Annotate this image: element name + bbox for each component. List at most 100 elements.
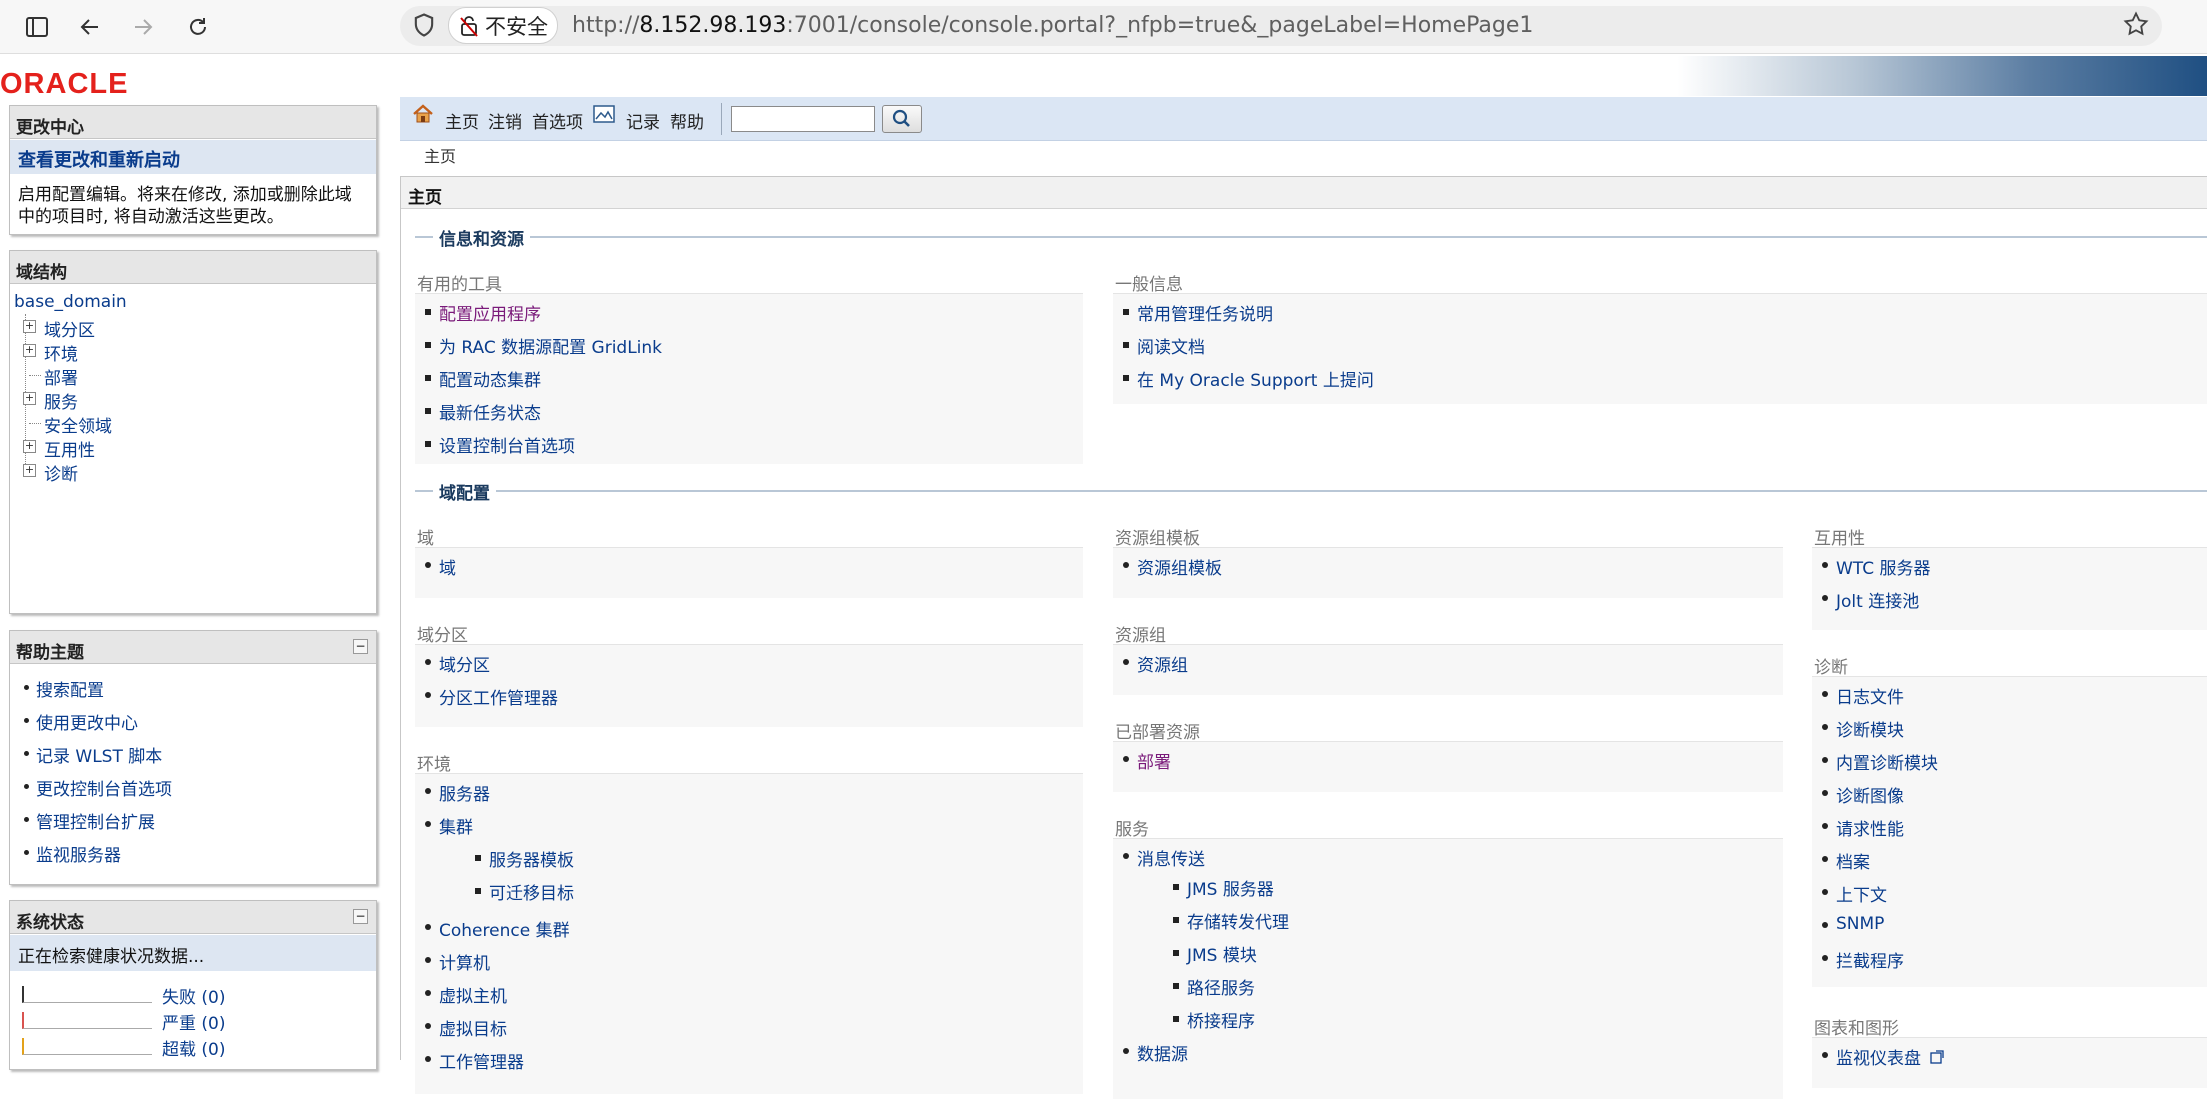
tree-node-partitions[interactable]: + 域分区 bbox=[14, 316, 376, 341]
messaging-sub-link[interactable]: 桥接程序 bbox=[1187, 1012, 1255, 1032]
tool-link[interactable]: 最新任务状态 bbox=[439, 404, 541, 424]
cluster-sub-link[interactable]: 服务器模板 bbox=[489, 851, 574, 871]
services-block: 服务 消息传送 JMS 服务器 存储转发代理 JMS 模块 路径服务 桥接程序 … bbox=[1113, 815, 1783, 1099]
tool-link[interactable]: 为 RAC 数据源配置 GridLink bbox=[439, 338, 662, 358]
charts-item: 监视仪表盘 bbox=[1812, 1044, 2207, 1077]
help-topic-link[interactable]: 记录 WLST 脚本 bbox=[36, 747, 162, 767]
view-changes-link[interactable]: 查看更改和重新启动 bbox=[10, 140, 376, 174]
diag-link[interactable]: 日志文件 bbox=[1836, 688, 1904, 708]
general-link[interactable]: 在 My Oracle Support 上提问 bbox=[1137, 371, 1374, 391]
diag-link[interactable]: 档案 bbox=[1836, 853, 1870, 873]
external-window-icon[interactable] bbox=[1930, 1049, 1945, 1069]
diag-item: 档案 bbox=[1812, 848, 2207, 881]
system-status-title: 系统状态 bbox=[16, 913, 84, 933]
diag-link[interactable]: 内置诊断模块 bbox=[1836, 754, 1938, 774]
sidebar-toggle-icon[interactable] bbox=[20, 10, 54, 44]
tool-link[interactable]: 设置控制台首选项 bbox=[439, 437, 575, 457]
interop-link[interactable]: Jolt 连接池 bbox=[1836, 592, 1919, 612]
url-text[interactable]: http://8.152.98.193:7001/console/console… bbox=[572, 13, 1533, 38]
forward-icon[interactable] bbox=[126, 10, 160, 44]
tree-node-security-realms[interactable]: 安全领域 bbox=[14, 412, 376, 437]
search-button[interactable] bbox=[882, 105, 922, 133]
deployed-resources-heading: 已部署资源 bbox=[1113, 718, 1783, 743]
health-failed-link[interactable]: 失败 (0) bbox=[162, 983, 225, 1008]
diag-link[interactable]: 诊断模块 bbox=[1836, 721, 1904, 741]
tool-link[interactable]: 配置动态集群 bbox=[439, 371, 541, 391]
expand-icon[interactable]: + bbox=[23, 440, 36, 453]
partition-link[interactable]: 域分区 bbox=[439, 656, 490, 676]
tree-root-base-domain[interactable]: base_domain bbox=[14, 292, 127, 312]
environment-link[interactable]: 工作管理器 bbox=[439, 1053, 524, 1073]
collapse-icon[interactable]: − bbox=[353, 909, 368, 924]
help-topic-item: 使用更改中心 bbox=[24, 709, 376, 742]
help-topic-link[interactable]: 更改控制台首选项 bbox=[36, 780, 172, 800]
diag-link[interactable]: SNMP bbox=[1836, 914, 1884, 934]
domain-link[interactable]: 域 bbox=[439, 559, 456, 579]
domain-block: 域 域 bbox=[415, 524, 1083, 598]
help-topic-link[interactable]: 使用更改中心 bbox=[36, 714, 138, 734]
record-icon[interactable] bbox=[593, 105, 615, 128]
environment-link[interactable]: 虚拟目标 bbox=[439, 1020, 507, 1040]
expand-icon[interactable]: + bbox=[23, 344, 36, 357]
environment-link[interactable]: 服务器 bbox=[439, 785, 490, 805]
toolbar-logout-link[interactable]: 注销 bbox=[488, 108, 522, 133]
deployments-link[interactable]: 部署 bbox=[1137, 753, 1171, 773]
tree-node-deployments[interactable]: 部署 bbox=[14, 364, 376, 389]
collapse-icon[interactable]: − bbox=[353, 639, 368, 654]
tree-node-diagnostics[interactable]: + 诊断 bbox=[14, 460, 376, 485]
messaging-sub-link[interactable]: 路径服务 bbox=[1187, 979, 1255, 999]
diag-item: 请求性能 bbox=[1812, 815, 2207, 848]
help-topic-link[interactable]: 管理控制台扩展 bbox=[36, 813, 155, 833]
expand-icon[interactable]: + bbox=[23, 464, 36, 477]
insecure-badge[interactable]: 不安全 bbox=[448, 7, 558, 44]
rgt-link[interactable]: 资源组模板 bbox=[1137, 559, 1222, 579]
home-icon[interactable] bbox=[412, 103, 434, 130]
services-link[interactable]: 数据源 bbox=[1137, 1045, 1188, 1065]
breadcrumb[interactable]: 主页 bbox=[424, 143, 456, 167]
toolbar-record-link[interactable]: 记录 bbox=[626, 108, 660, 133]
tree-node-services[interactable]: + 服务 bbox=[14, 388, 376, 413]
tool-link[interactable]: 配置应用程序 bbox=[439, 305, 541, 325]
help-topics-panel: 帮助主题 − 搜索配置 使用更改中心 记录 WLST 脚本 更改控制台首选项 管理… bbox=[9, 630, 377, 885]
environment-link[interactable]: Coherence 集群 bbox=[439, 921, 570, 941]
toolbar-help-link[interactable]: 帮助 bbox=[670, 108, 704, 133]
help-topic-item: 更改控制台首选项 bbox=[24, 775, 376, 808]
diag-link[interactable]: 诊断图像 bbox=[1836, 787, 1904, 807]
partition-link[interactable]: 分区工作管理器 bbox=[439, 689, 558, 709]
monitoring-dashboard-link[interactable]: 监视仪表盘 bbox=[1836, 1049, 1921, 1069]
diag-link[interactable]: 上下文 bbox=[1836, 886, 1887, 906]
bookmark-star-icon[interactable] bbox=[2122, 10, 2154, 42]
shield-icon[interactable] bbox=[410, 11, 438, 39]
health-critical-link[interactable]: 严重 (0) bbox=[162, 1009, 225, 1034]
environment-link[interactable]: 集群 bbox=[439, 818, 473, 838]
expand-icon[interactable]: + bbox=[23, 392, 36, 405]
back-icon[interactable] bbox=[73, 10, 107, 44]
help-topic-link[interactable]: 搜索配置 bbox=[36, 681, 104, 701]
messaging-sub-item: 桥接程序 bbox=[1163, 1007, 1783, 1040]
help-topic-link[interactable]: 监视服务器 bbox=[36, 846, 121, 866]
general-item: 阅读文档 bbox=[1113, 333, 2207, 366]
environment-link[interactable]: 计算机 bbox=[439, 954, 490, 974]
health-overloaded-link[interactable]: 超载 (0) bbox=[162, 1035, 225, 1060]
expand-icon[interactable]: + bbox=[23, 320, 36, 333]
rg-link[interactable]: 资源组 bbox=[1137, 656, 1188, 676]
messaging-sub-link[interactable]: JMS 服务器 bbox=[1187, 880, 1274, 900]
resource-group-templates-block: 资源组模板 资源组模板 bbox=[1113, 524, 1783, 598]
environment-item: 虚拟目标 bbox=[415, 1015, 1083, 1048]
cluster-sub-link[interactable]: 可迁移目标 bbox=[489, 884, 574, 904]
diag-link[interactable]: 请求性能 bbox=[1836, 820, 1904, 840]
general-link[interactable]: 阅读文档 bbox=[1137, 338, 1205, 358]
messaging-sub-link[interactable]: JMS 模块 bbox=[1187, 946, 1257, 966]
toolbar-home-link[interactable]: 主页 bbox=[445, 108, 479, 133]
reload-icon[interactable] bbox=[181, 10, 215, 44]
toolbar-preferences-link[interactable]: 首选项 bbox=[532, 108, 583, 133]
environment-link[interactable]: 虚拟主机 bbox=[439, 987, 507, 1007]
general-link[interactable]: 常用管理任务说明 bbox=[1137, 305, 1273, 325]
tree-node-environment[interactable]: + 环境 bbox=[14, 340, 376, 365]
interop-link[interactable]: WTC 服务器 bbox=[1836, 559, 1930, 579]
diag-link[interactable]: 拦截程序 bbox=[1836, 952, 1904, 972]
search-input[interactable] bbox=[731, 106, 875, 132]
tree-node-interoperability[interactable]: + 互用性 bbox=[14, 436, 376, 461]
messaging-sub-link[interactable]: 存储转发代理 bbox=[1187, 913, 1289, 933]
services-link[interactable]: 消息传送 bbox=[1137, 850, 1205, 870]
